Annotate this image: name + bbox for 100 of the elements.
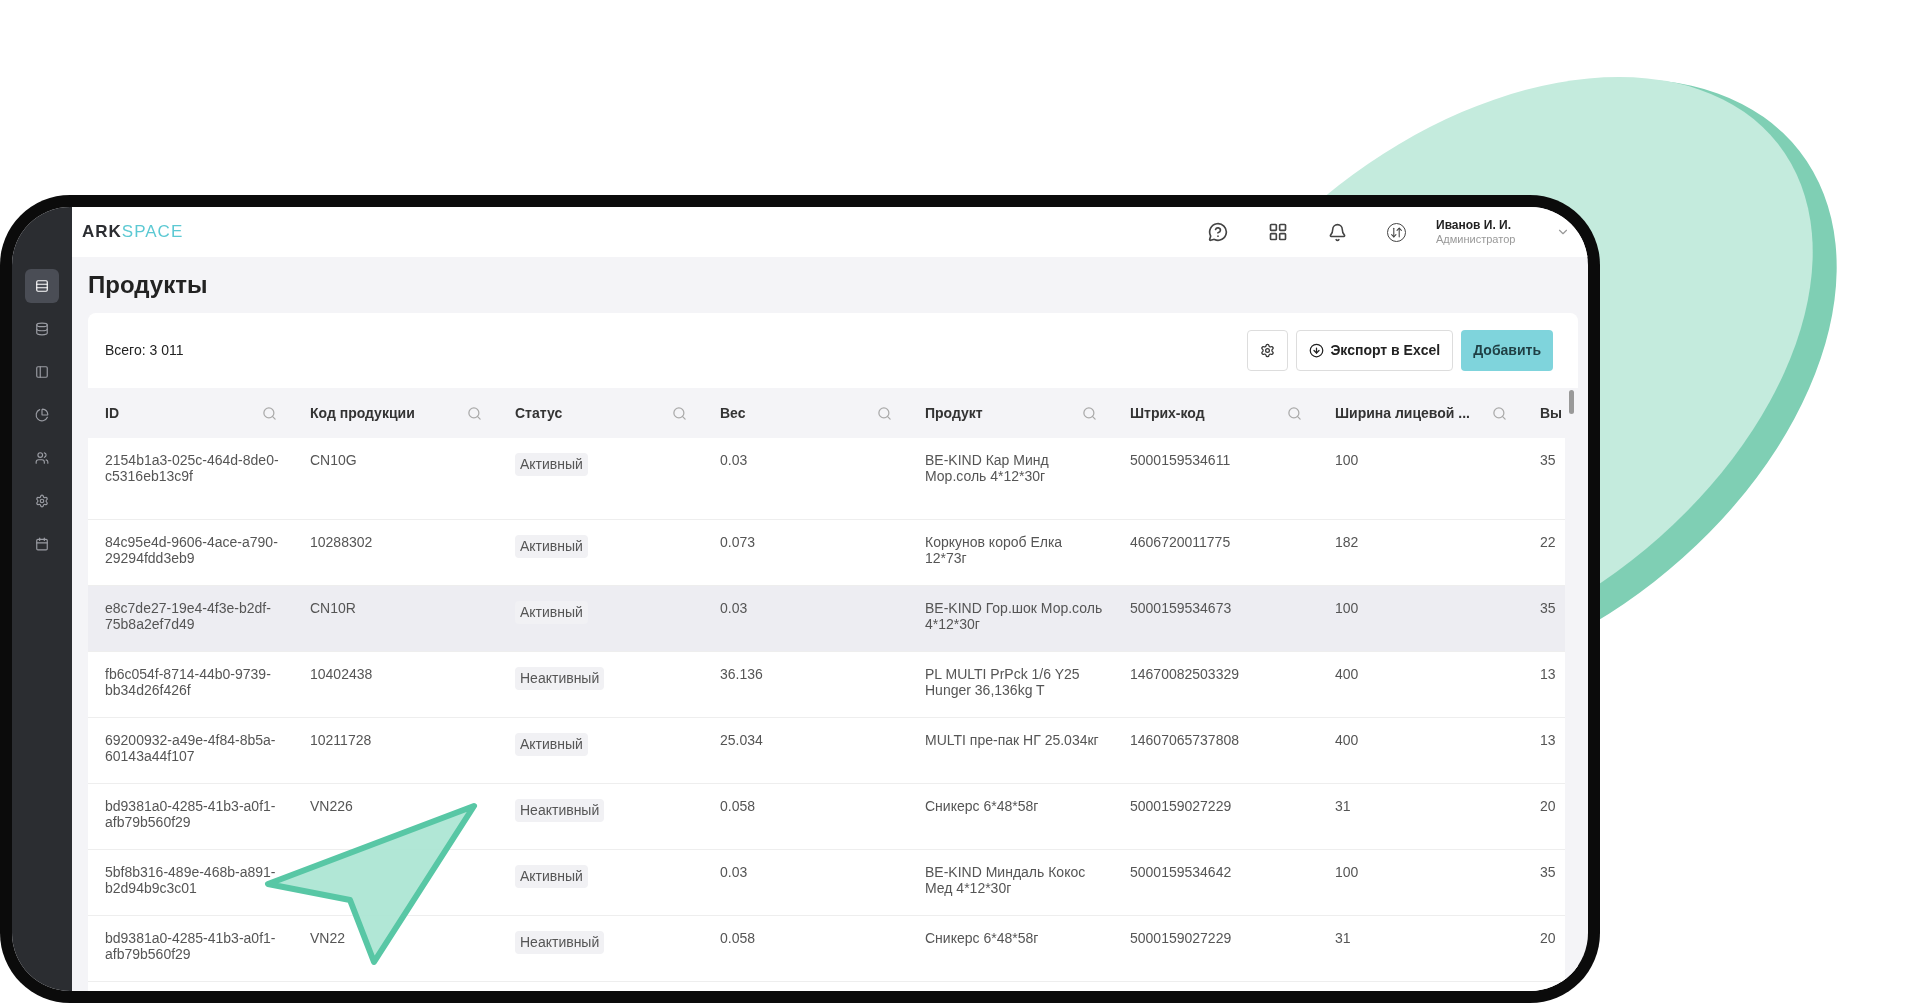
- rows-icon: [35, 279, 49, 293]
- status-badge: Активный: [515, 733, 588, 756]
- table-cell-text: 14670082503329: [1130, 666, 1240, 682]
- table-cell-text: BE-KIND Гор.шок Мор.соль 4*12*30г: [925, 600, 1104, 632]
- table-cell-text: 14607065737808: [1130, 732, 1240, 748]
- search-icon[interactable]: [467, 405, 482, 421]
- export-button[interactable]: Экспорт в Excel: [1296, 330, 1454, 371]
- column-header[interactable]: Вы: [1540, 402, 1563, 424]
- sidebar-item[interactable]: [25, 269, 59, 303]
- table-cell-text: 20: [1540, 798, 1557, 814]
- search-icon[interactable]: [1492, 405, 1507, 421]
- table-cell-text: 35: [1540, 864, 1557, 880]
- status-badge: Активный: [515, 535, 588, 558]
- column-header[interactable]: ID: [105, 402, 119, 424]
- table-cell-text: 5000159027229: [1130, 930, 1233, 946]
- calendar-icon: [35, 537, 49, 551]
- table-cell-text: Коркунов короб Елка 12*73г: [925, 534, 1064, 566]
- status-badge: Активный: [515, 601, 588, 624]
- column-header[interactable]: Штрих-код: [1130, 402, 1205, 424]
- table-cell-text: 5000159534642: [1130, 864, 1233, 880]
- user-role: Администратор: [1436, 232, 1517, 247]
- table-cell-text: 22: [1540, 534, 1557, 550]
- page-title: Продукты: [88, 270, 208, 300]
- column-header[interactable]: Статус: [515, 402, 563, 424]
- logo: ARKSPACE: [82, 221, 184, 244]
- table-cell-text: 31: [1335, 930, 1352, 946]
- panel-icon: [35, 365, 49, 379]
- bell-icon[interactable]: [1328, 222, 1347, 242]
- pie-chart-icon: [35, 408, 49, 422]
- help-icon[interactable]: [1208, 222, 1228, 242]
- status-badge: Неактивный: [515, 667, 605, 690]
- database-icon: [35, 322, 49, 336]
- table-cell-text: 400: [1335, 732, 1360, 748]
- search-icon[interactable]: [1082, 405, 1097, 421]
- scrollbar-thumb[interactable]: [1569, 390, 1574, 414]
- search-icon[interactable]: [262, 405, 277, 421]
- column-header[interactable]: Продукт: [925, 402, 983, 424]
- table-cell-text: 0.058: [720, 930, 757, 946]
- table-cell-text: CN10R: [310, 600, 357, 616]
- table-cell-text: BE-KIND Кар Минд Мор.соль 4*12*30г: [925, 452, 1050, 484]
- table-cell-text: 10402438: [310, 666, 374, 682]
- table-cell-text: 5000159534673: [1130, 600, 1233, 616]
- status-badge: Неактивный: [515, 931, 605, 954]
- table-cell-text: bd9381a0-4285-41b3-a0f1-afb79b560f29: [105, 930, 277, 962]
- table-cell-text: 2154b1a3-025c-464d-8de0-c5316eb13c9f: [105, 452, 280, 484]
- table-cell-text: 100: [1335, 600, 1360, 616]
- table-cell-text: 84c95e4d-9606-4ace-a790-29294fdd3eb9: [105, 534, 279, 566]
- table-cell-text: 13: [1540, 732, 1557, 748]
- table-cell-text: 0.03: [720, 600, 749, 616]
- total-count: Всего: 3 011: [105, 341, 184, 360]
- table-cell-text: 5000159027229: [1130, 798, 1233, 814]
- add-button[interactable]: Добавить: [1461, 330, 1553, 371]
- table-cell-text: 69200932-a49e-4f84-8b5a-60143a44f107: [105, 732, 277, 764]
- table-cell-text: 35: [1540, 452, 1557, 468]
- table-row[interactable]: e8c7de27-19e4-4f3e-b2df-75b8a2ef7d49 CN10R Активный 0.03 BE-KIND Гор.шок Мор.соль 4*12*30г 5000159534673 100 35: [88, 586, 1565, 652]
- users-icon: [35, 451, 49, 465]
- table-cell-text: CN10G: [310, 452, 358, 468]
- status-badge: Неактивный: [515, 799, 605, 822]
- table-cell-text: MULTI пре-пак НГ 25.034кг: [925, 732, 1100, 748]
- table-cell-text: 0.058: [720, 798, 757, 814]
- table-cell-text: 0.03: [720, 864, 749, 880]
- table-cell-text: 31: [1335, 798, 1352, 814]
- table-cell-text: 0.03: [720, 452, 749, 468]
- table-cell-text: PL MULTI PrPck 1/6 Y25 Hunger 36,136kg T: [925, 666, 1081, 698]
- search-icon[interactable]: [672, 405, 687, 421]
- table-cell-text: 5bf8b316-489e-468b-a891-b2d94b9c3c01: [105, 864, 277, 896]
- table-cell-text: 13: [1540, 666, 1557, 682]
- table-cell-text: 5000159534611: [1130, 452, 1232, 468]
- table-cell-text: BE-KIND Миндаль Кокос Мед 4*12*30г: [925, 864, 1087, 896]
- user-name: Иванов И. И.: [1436, 217, 1513, 233]
- table-cell-text: VN226: [310, 798, 354, 814]
- download-icon: [1309, 343, 1325, 358]
- table-cell-text: 4606720011775: [1130, 534, 1232, 550]
- table-cell-text: e8c7de27-19e4-4f3e-b2df-75b8a2ef7d49: [105, 600, 272, 632]
- table-cell-text: VN22: [310, 930, 347, 946]
- table-cell-text: 20: [1540, 930, 1557, 946]
- column-header[interactable]: Вес: [720, 402, 746, 424]
- settings-button[interactable]: [1247, 330, 1289, 371]
- table-cell-text: 0.073: [720, 534, 757, 550]
- table-cell-text: 25.034: [720, 732, 764, 748]
- column-header[interactable]: Ширина лицевой ...: [1335, 402, 1470, 424]
- status-badge: Активный: [515, 865, 588, 888]
- apps-grid-icon[interactable]: [1268, 222, 1288, 242]
- column-header[interactable]: Код продукции: [310, 402, 415, 424]
- table-cell-text: 10211728: [310, 732, 373, 748]
- search-icon[interactable]: [1287, 405, 1302, 421]
- settings-icon: [35, 494, 49, 508]
- settings-icon: [1260, 343, 1276, 358]
- search-icon[interactable]: [877, 405, 892, 421]
- table-cell-text: fb6c054f-8714-44b0-9739-bb34d26f426f: [105, 666, 272, 698]
- table-cell-text: bd9381a0-4285-41b3-a0f1-afb79b560f29: [105, 798, 277, 830]
- table-cell-text: 100: [1335, 864, 1360, 880]
- status-badge: Активный: [515, 453, 588, 476]
- table-cell-text: Сникерс 6*48*58г: [925, 798, 1040, 814]
- table-cell-text: 35: [1540, 600, 1557, 616]
- table-cell-text: 36.136: [720, 666, 764, 682]
- table-cell-text: 10288302: [310, 534, 374, 550]
- table-cell-text: 400: [1335, 666, 1360, 682]
- table-cell-text: 182: [1335, 534, 1360, 550]
- table-cell-text: Сникерс 6*48*58г: [925, 930, 1040, 946]
